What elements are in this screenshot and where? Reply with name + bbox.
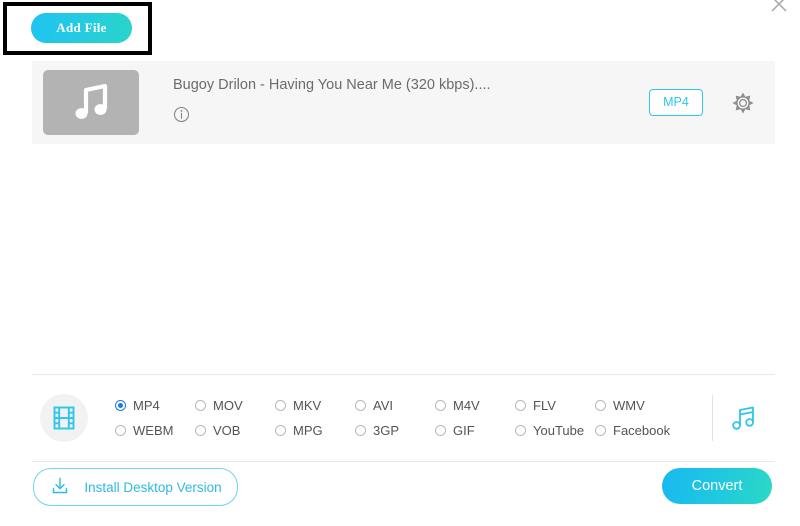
radio-dot <box>435 400 446 411</box>
radio-dot <box>275 400 286 411</box>
bottom-bar: Install Desktop Version Convert <box>0 460 800 526</box>
format-option-label: VOB <box>213 423 240 438</box>
radio-dot <box>275 425 286 436</box>
format-option-mov[interactable]: MOV <box>195 394 275 418</box>
convert-button[interactable]: Convert <box>662 468 772 504</box>
format-option-youtube[interactable]: YouTube <box>515 419 595 443</box>
format-option-mpg[interactable]: MPG <box>275 419 355 443</box>
gear-icon[interactable] <box>732 92 754 114</box>
radio-dot <box>115 400 126 411</box>
format-option-vob[interactable]: VOB <box>195 419 275 443</box>
format-option-flv[interactable]: FLV <box>515 394 595 418</box>
format-option-mkv[interactable]: MKV <box>275 394 355 418</box>
radio-dot <box>435 425 446 436</box>
format-option-label: MPG <box>293 423 323 438</box>
radio-dot <box>515 425 526 436</box>
format-option-label: M4V <box>453 398 480 413</box>
file-format-badge[interactable]: MP4 <box>649 89 703 116</box>
install-desktop-version-button[interactable]: Install Desktop Version <box>33 468 238 506</box>
format-option-facebook[interactable]: Facebook <box>595 419 675 443</box>
format-option-label: WEBM <box>133 423 173 438</box>
music-note-icon[interactable] <box>713 402 775 434</box>
format-selector-bar: MP4 MOV MKV AVI M4V FLV WMV WEBM <box>32 374 775 462</box>
radio-dot <box>195 400 206 411</box>
radio-dot <box>595 400 606 411</box>
format-option-label: GIF <box>453 423 475 438</box>
radio-dot <box>355 400 366 411</box>
format-option-label: AVI <box>373 398 393 413</box>
radio-dot <box>595 425 606 436</box>
radio-dot <box>115 425 126 436</box>
format-option-wmv[interactable]: WMV <box>595 394 675 418</box>
format-option-mp4[interactable]: MP4 <box>115 394 195 418</box>
format-option-gif[interactable]: GIF <box>435 419 515 443</box>
format-option-label: MOV <box>213 398 243 413</box>
top-bar: Add File <box>0 0 800 58</box>
format-option-label: YouTube <box>533 423 584 438</box>
format-option-label: WMV <box>613 398 645 413</box>
file-row[interactable]: Bugoy Drilon - Having You Near Me (320 k… <box>32 61 775 144</box>
radio-dot <box>195 425 206 436</box>
info-icon[interactable] <box>173 106 190 128</box>
format-option-m4v[interactable]: M4V <box>435 394 515 418</box>
radio-dot <box>355 425 366 436</box>
music-note-icon <box>43 70 139 135</box>
format-option-avi[interactable]: AVI <box>355 394 435 418</box>
file-name: Bugoy Drilon - Having You Near Me (320 k… <box>173 77 649 93</box>
format-option-label: Facebook <box>613 423 670 438</box>
file-list: Bugoy Drilon - Having You Near Me (320 k… <box>32 61 775 144</box>
format-option-label: FLV <box>533 398 556 413</box>
install-button-label: Install Desktop Version <box>84 480 221 495</box>
film-strip-icon[interactable] <box>40 394 88 442</box>
format-options: MP4 MOV MKV AVI M4V FLV WMV WEBM <box>115 394 708 443</box>
format-option-3gp[interactable]: 3GP <box>355 419 435 443</box>
radio-dot <box>515 400 526 411</box>
close-icon[interactable] <box>764 0 794 19</box>
download-icon <box>49 475 71 500</box>
format-option-label: MP4 <box>133 398 160 413</box>
file-meta: Bugoy Drilon - Having You Near Me (320 k… <box>173 77 649 128</box>
add-file-button[interactable]: Add File <box>31 13 132 43</box>
format-option-webm[interactable]: WEBM <box>115 419 195 443</box>
format-option-label: 3GP <box>373 423 399 438</box>
format-option-label: MKV <box>293 398 321 413</box>
